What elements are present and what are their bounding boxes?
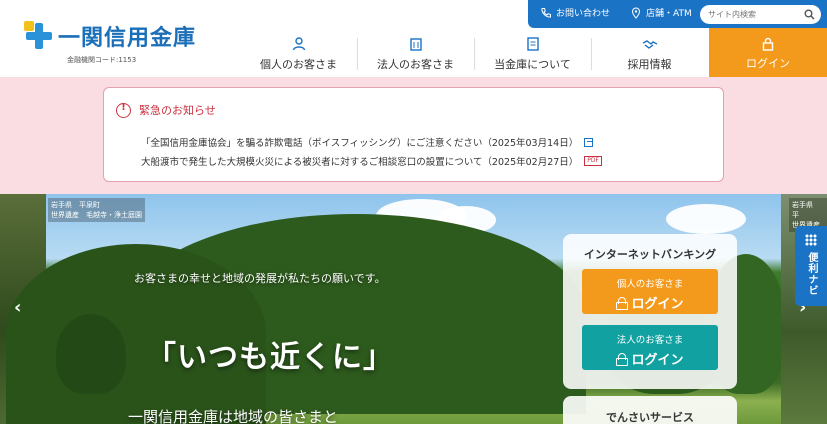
document-icon — [526, 37, 539, 51]
bank-code: 金融機関コード:1153 — [67, 56, 137, 64]
branches-link[interactable]: 店舗・ATM — [630, 6, 692, 19]
branches-label: 店舗・ATM — [646, 9, 692, 19]
ib-corporate-login-button[interactable]: 法人のお客さま ログイン — [582, 325, 718, 370]
lock-icon — [616, 297, 629, 310]
search-input[interactable] — [708, 7, 803, 22]
ib-personal-login-button[interactable]: 個人のお客さま ログイン — [582, 269, 718, 314]
nav-about[interactable]: 当金庫について — [474, 28, 591, 77]
hero-subcatch: 一関信用金庫は地域の皆さまと — [128, 408, 339, 424]
densai-service-button[interactable]: でんさいサービス — [563, 396, 737, 424]
emergency-notice-box: 緊急のお知らせ 「全国信用金庫協会」を騙る詐欺電話（ポイスフィッシング）にご注意… — [103, 87, 724, 182]
photo-caption: 岩手県 平泉町 世界遺産 毛越寺・浄土庭園 — [48, 198, 145, 222]
nav-personal[interactable]: 個人のお客さま — [240, 28, 357, 77]
convenience-navi-tab[interactable]: 便利ナビ — [795, 226, 827, 306]
search-icon[interactable] — [804, 9, 815, 20]
notice-1-text: 「全国信用金庫協会」を騙る詐欺電話（ポイスフィッシング）にご注意ください（202… — [141, 138, 579, 149]
external-link-icon — [584, 137, 594, 147]
nav-corporate[interactable]: 法人のお客さま — [357, 28, 474, 77]
building-icon — [409, 38, 422, 51]
logo-name: 一関信用金庫 — [58, 25, 197, 51]
notice-2-text: 大船渡市で発生した大規模火災による被災者に対するご相談窓口の設置について（202… — [141, 157, 579, 168]
prev-arrow-icon[interactable]: ‹ — [14, 297, 21, 318]
nav-recruit-label: 採用情報 — [627, 58, 672, 71]
utility-bar: お問い合わせ 店舗・ATM — [528, 0, 827, 28]
hero-catchphrase: 「いつも近くに」 — [146, 340, 394, 375]
notice-item-fraud[interactable]: 「全国信用金庫協会」を騙る詐欺電話（ポイスフィッシング）にご注意ください（202… — [141, 135, 594, 149]
lock-icon — [616, 353, 629, 366]
internet-banking-title: インターネットバンキング — [583, 248, 717, 261]
emergency-title: 緊急のお知らせ — [116, 102, 216, 118]
login-label: ログイン — [746, 57, 790, 70]
person-icon — [292, 37, 305, 51]
hero-slider: 岩手県 平泉町 世界遺産 毛越寺・浄土庭園 岩手県 平 世界遺産 お客さまの幸せ… — [0, 194, 827, 424]
ib-personal-login-label: ログイン — [631, 297, 684, 312]
alert-icon — [116, 102, 131, 118]
emergency-title-text: 緊急のお知らせ — [139, 104, 216, 117]
map-pin-icon — [631, 7, 641, 19]
emergency-band: 緊急のお知らせ 「全国信用金庫協会」を騙る詐欺電話（ポイスフィッシング）にご注意… — [0, 77, 827, 194]
lock-icon — [762, 37, 774, 51]
nav-personal-label: 個人のお客さま — [260, 58, 337, 71]
contact-label: お問い合わせ — [556, 9, 611, 19]
nav-about-label: 当金庫について — [494, 58, 571, 71]
grid-icon — [805, 234, 817, 246]
logo-cross-icon — [24, 21, 54, 51]
handshake-icon — [642, 40, 657, 49]
contact-link[interactable]: お問い合わせ — [540, 6, 610, 19]
pdf-icon: PDF — [584, 156, 602, 166]
ib-corporate-login-label: ログイン — [631, 353, 684, 368]
nav-corporate-label: 法人のお客さま — [377, 58, 454, 71]
login-button[interactable]: ログイン — [709, 28, 827, 77]
ib-personal-label: 個人のお客さま — [616, 279, 684, 290]
convenience-navi-label: 便利ナビ — [806, 252, 817, 296]
notice-item-fire[interactable]: 大船渡市で発生した大規模火災による被災者に対するご相談窓口の設置について（202… — [141, 154, 602, 168]
site-search — [700, 5, 821, 24]
nav-recruit[interactable]: 採用情報 — [591, 28, 708, 77]
phone-icon — [541, 7, 551, 18]
ib-corporate-label: 法人のお客さま — [616, 335, 684, 346]
internet-banking-panel: インターネットバンキング 個人のお客さま ログイン 法人のお客さま ログイン — [563, 234, 737, 389]
bank-logo[interactable]: 一関信用金庫 — [24, 20, 196, 52]
hero-tagline: お客さまの幸せと地域の発展が私たちの願いです。 — [134, 272, 386, 285]
main-nav: 個人のお客さま 法人のお客さま 当金庫について 採用情報 — [240, 28, 708, 77]
site-header: 一関信用金庫 金融機関コード:1153 お問い合わせ 店舗・ATM 個人のお客さ… — [0, 0, 827, 77]
